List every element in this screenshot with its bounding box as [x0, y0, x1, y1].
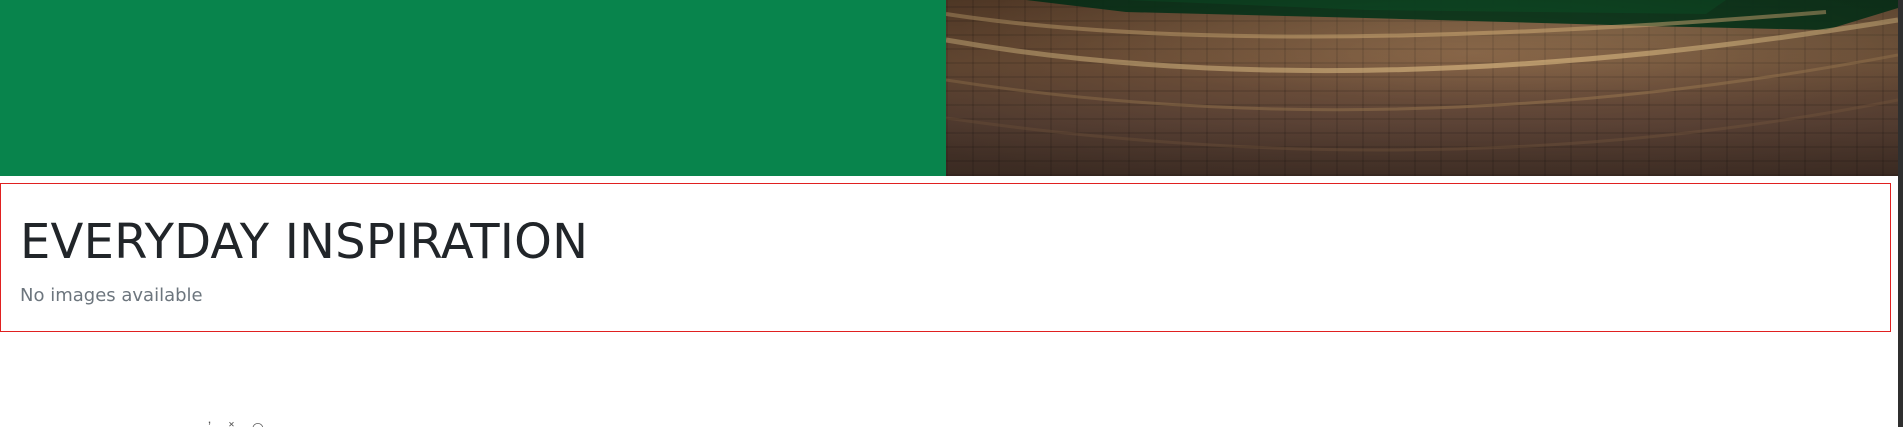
empty-state-text: No images available: [20, 285, 203, 306]
section-title: EVERYDAY INSPIRATION: [20, 214, 589, 270]
hero-green-panel: [0, 0, 946, 176]
toolbar-icon-2: ˟: [229, 419, 234, 427]
page: EVERYDAY INSPIRATION No images available…: [0, 0, 1903, 427]
hero-banner: [0, 0, 1898, 176]
hero-image: [946, 0, 1898, 176]
floor-illustration: [946, 0, 1898, 176]
cutoff-icon-row: ʼ ˟ ◠: [208, 420, 264, 427]
everyday-inspiration-section: EVERYDAY INSPIRATION No images available: [0, 183, 1891, 332]
toolbar-icon-3: ◠: [251, 419, 265, 427]
toolbar-icon-1: ʼ: [208, 419, 212, 427]
scrollbar-edge: [1898, 0, 1903, 427]
